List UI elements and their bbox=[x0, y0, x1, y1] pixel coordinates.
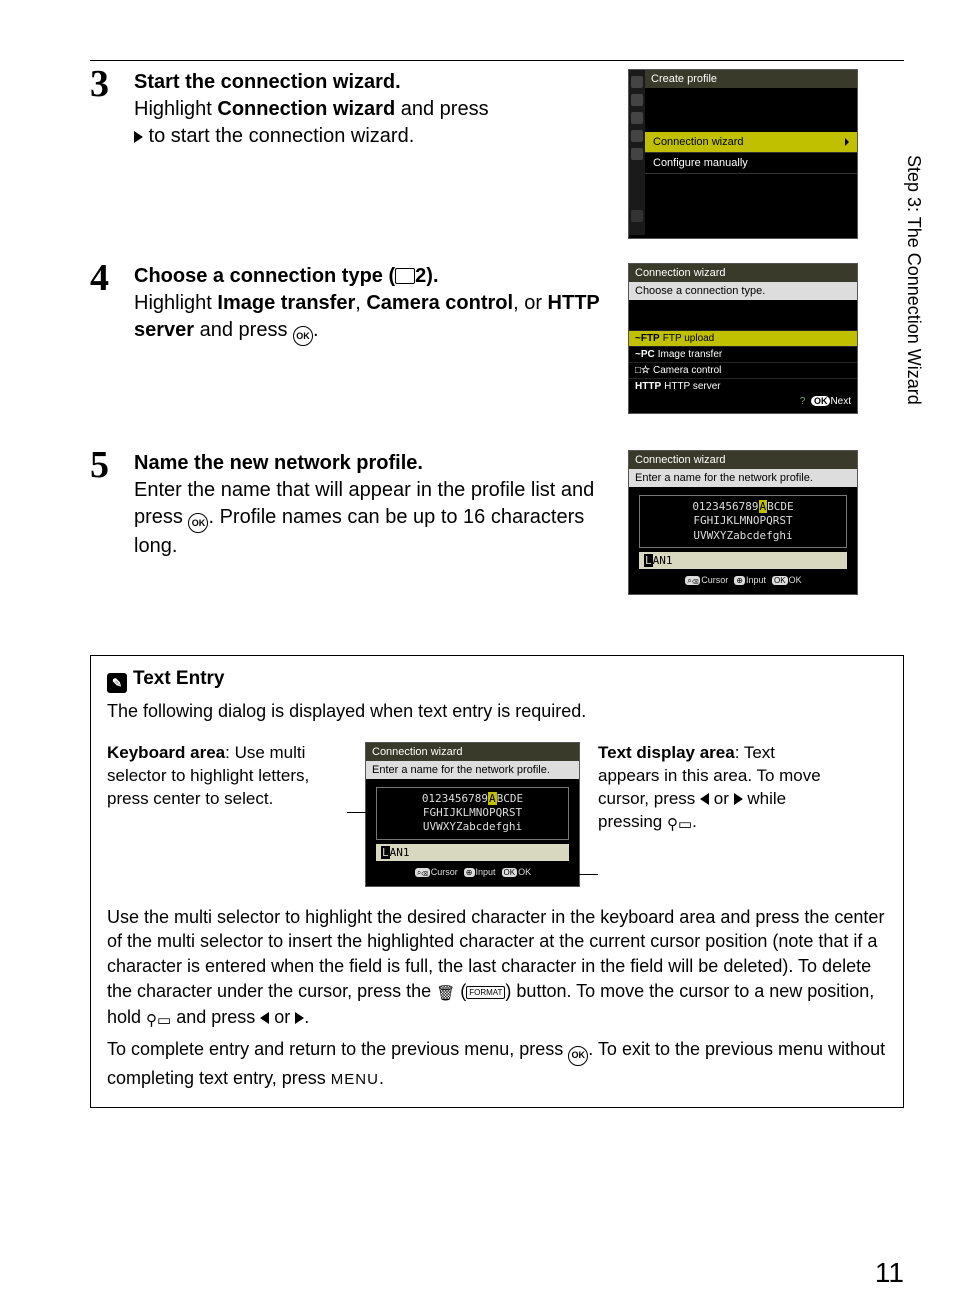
camera-title: Connection wizard bbox=[629, 451, 857, 469]
step-3-number: 3 bbox=[90, 65, 134, 103]
ok-button-icon: OK bbox=[293, 326, 313, 346]
menu-button-label: MENU bbox=[331, 1071, 379, 1088]
right-arrow-icon bbox=[134, 131, 143, 143]
leader-line-right bbox=[562, 874, 598, 875]
info-title: ✎Text Entry bbox=[107, 668, 887, 693]
info-keyboard-area-desc: Keyboard area: Use multi selector to hig… bbox=[107, 742, 347, 811]
text-display-area: LAN1 bbox=[639, 552, 847, 569]
step-3-text: Start the connection wizard. Highlight C… bbox=[134, 69, 614, 150]
ok-button-icon: OK bbox=[188, 513, 208, 533]
right-arrow-icon bbox=[734, 793, 743, 805]
info-diagram-row: Keyboard area: Use multi selector to hig… bbox=[107, 742, 887, 887]
camera-title: Create profile bbox=[645, 70, 857, 88]
side-section-label: Step 3: The Connection Wizard bbox=[903, 155, 924, 405]
step-4-text: Choose a connection type (2). Highlight … bbox=[134, 263, 614, 346]
camera-row-configure-manually: Configure manually bbox=[645, 153, 857, 174]
info-paragraph-2: To complete entry and return to the prev… bbox=[107, 1037, 887, 1090]
magnifier-minus-icon: ⚲▭ bbox=[146, 1011, 171, 1032]
info-paragraph-1: Use the multi selector to highlight the … bbox=[107, 905, 887, 1032]
connection-type-image-transfer: ~PCImage transfer bbox=[629, 346, 857, 362]
connection-type-ftp: ~FTPFTP upload bbox=[629, 330, 857, 346]
camera-subtitle: Enter a name for the network profile. bbox=[629, 469, 857, 487]
book-icon bbox=[395, 268, 415, 284]
chevron-right-icon bbox=[845, 138, 849, 146]
step-5-title: Name the new network profile. bbox=[134, 452, 423, 474]
format-icon: FORMAT bbox=[466, 986, 505, 999]
step-4-number: 4 bbox=[90, 259, 134, 297]
info-intro: The following dialog is displayed when t… bbox=[107, 699, 887, 724]
step-3: 3 Start the connection wizard. Highlight… bbox=[90, 69, 904, 239]
step-5-number: 5 bbox=[90, 446, 134, 484]
page-number: 11 bbox=[875, 1257, 904, 1289]
camera-screen-name-profile: Connection wizard Enter a name for the n… bbox=[628, 450, 858, 595]
text-display-area: LAN1 bbox=[376, 844, 569, 861]
magnifier-minus-icon: ⚲▭ bbox=[667, 815, 692, 835]
camera-subtitle: Choose a connection type. bbox=[629, 282, 857, 300]
pencil-icon: ✎ bbox=[107, 673, 127, 693]
camera-tab-strip bbox=[629, 70, 645, 235]
info-camera-diagram: Connection wizard Enter a name for the n… bbox=[365, 742, 580, 887]
camera-title: Connection wizard bbox=[629, 264, 857, 282]
right-arrow-icon bbox=[295, 1012, 304, 1024]
leader-line-left bbox=[347, 812, 373, 813]
camera-row-connection-wizard: Connection wizard bbox=[645, 132, 857, 153]
keyboard-area: 0123456789ABCDE FGHIJKLMNOPQRST UVWXYZab… bbox=[639, 495, 847, 548]
left-arrow-icon bbox=[700, 793, 709, 805]
camera-keyboard-footer: ⌕⌫Cursor ⊕Input OKOK bbox=[629, 573, 857, 590]
step-4: 4 Choose a connection type (2). Highligh… bbox=[90, 263, 904, 414]
camera-screen-create-profile: Create profile Connection wizard Configu… bbox=[628, 69, 858, 239]
text-entry-info-box: ✎Text Entry The following dialog is disp… bbox=[90, 655, 904, 1108]
keyboard-area: 0123456789ABCDE FGHIJKLMNOPQRST UVWXYZab… bbox=[376, 787, 569, 840]
step-5: 5 Name the new network profile. Enter th… bbox=[90, 450, 904, 595]
step-3-title: Start the connection wizard. bbox=[134, 71, 401, 93]
left-arrow-icon bbox=[260, 1012, 269, 1024]
top-rule bbox=[90, 60, 904, 61]
camera-screen-connection-type: Connection wizard Choose a connection ty… bbox=[628, 263, 858, 414]
camera-footer: ? OKNext bbox=[629, 394, 857, 409]
connection-type-camera-control: □☆Camera control bbox=[629, 362, 857, 378]
trash-icon: 🗑 bbox=[436, 984, 455, 1005]
connection-type-http-server: HTTPHTTP server bbox=[629, 378, 857, 394]
info-text-display-desc: Text display area: Text appears in this … bbox=[598, 742, 838, 835]
step-5-text: Name the new network profile. Enter the … bbox=[134, 450, 614, 560]
ok-button-icon: OK bbox=[568, 1046, 588, 1066]
